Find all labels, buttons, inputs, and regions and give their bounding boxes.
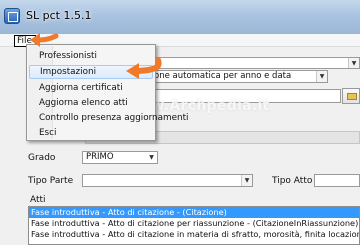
atti-list-item[interactable]: Fase introduttiva - Atto di citazione pe… bbox=[29, 218, 359, 229]
folder-icon bbox=[347, 93, 357, 100]
grado-label: Grado bbox=[28, 153, 56, 163]
atti-list-item[interactable]: Fase introduttiva - Atto di citazione - … bbox=[29, 207, 359, 218]
tipo-parte-label: Tipo Parte bbox=[28, 176, 74, 186]
grado-value: PRIMO bbox=[86, 152, 114, 162]
menu-item-impostazioni[interactable]: Impostazioni bbox=[29, 65, 153, 79]
top-combo[interactable]: ▼ bbox=[150, 57, 360, 69]
atti-list-item[interactable]: Fase introduttiva - Atto di citazione in… bbox=[29, 229, 359, 240]
chevron-down-icon: ▼ bbox=[241, 175, 252, 186]
tipo-parte-combo[interactable]: ▼ bbox=[82, 174, 253, 187]
chevron-down-icon: ▼ bbox=[316, 71, 327, 82]
menu-item-aggiorna-elenco-atti[interactable]: Aggiorna elenco atti bbox=[39, 96, 155, 110]
numbering-combo-value: one automatica per anno e data bbox=[154, 71, 292, 81]
grado-combo[interactable]: PRIMO ▼ bbox=[82, 151, 158, 164]
chevron-down-icon: ▼ bbox=[146, 152, 157, 163]
menu-item-controllo-aggiornamenti[interactable]: Controllo presenza aggiornamenti bbox=[39, 111, 188, 125]
browse-folder-button[interactable] bbox=[342, 88, 360, 104]
app-icon bbox=[4, 8, 20, 24]
atti-list[interactable]: Fase introduttiva - Atto di citazione - … bbox=[28, 206, 360, 245]
window-title: SL pct 1.5.1 bbox=[26, 9, 92, 22]
tipo-atto-label: Tipo Atto bbox=[272, 176, 313, 186]
file-menu-dropdown: Professionisti Impostazioni Aggiorna cer… bbox=[26, 44, 188, 141]
menu-item-aggiorna-certificati[interactable]: Aggiorna certificati bbox=[39, 81, 155, 95]
menu-item-professionisti[interactable]: Professionisti bbox=[39, 49, 155, 63]
atti-label: Atti bbox=[30, 195, 46, 205]
chevron-down-icon: ▼ bbox=[348, 58, 359, 68]
tipo-atto-combo[interactable] bbox=[314, 174, 360, 187]
title-bar: SL pct 1.5.1 bbox=[0, 0, 360, 34]
menu-item-esci[interactable]: Esci bbox=[39, 126, 155, 140]
numbering-combo[interactable]: one automatica per anno e data ▼ bbox=[150, 70, 328, 83]
